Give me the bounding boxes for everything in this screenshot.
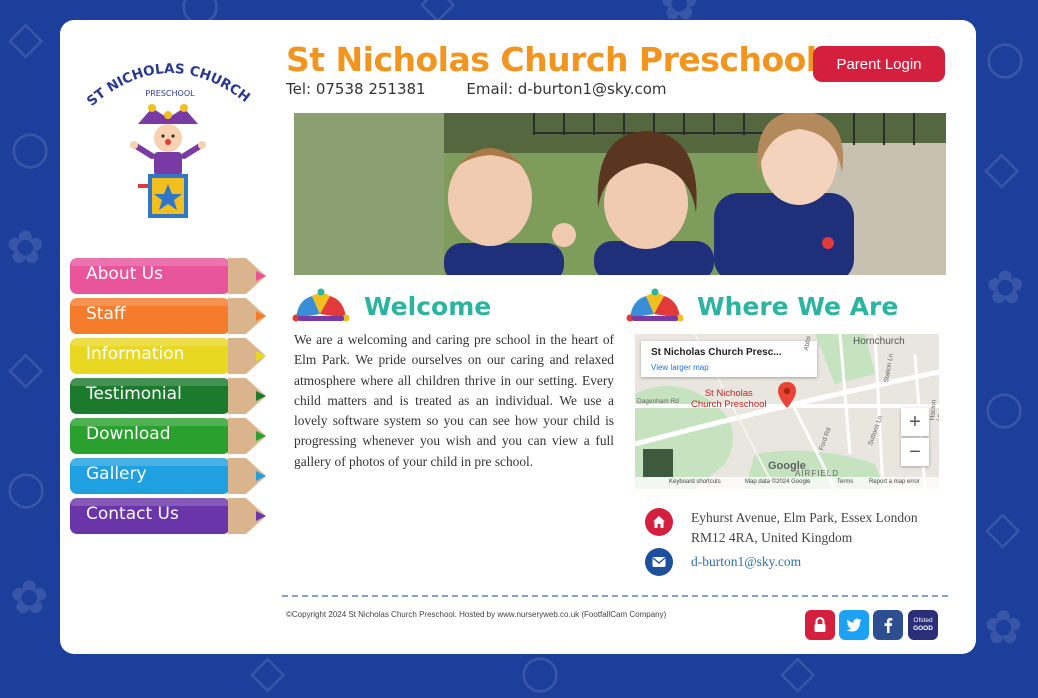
svg-text:ST NICHOLAS CHURCH: ST NICHOLAS CHURCH [84,61,253,110]
view-larger-map-link[interactable]: View larger map [651,363,709,372]
footer-divider [282,595,948,597]
site-logo[interactable]: ST NICHOLAS CHURCH PRESCHOOL [80,38,260,238]
zoom-in-button[interactable]: + [901,408,929,436]
map-terms-link[interactable]: Terms [837,479,853,485]
hero-photo [294,113,946,275]
copyright-text: ©Copyright 2024 St Nicholas Church Presc… [286,610,667,619]
zoom-out-button[interactable]: − [901,438,929,466]
nav-item-label: Contact Us [86,504,179,524]
nav-item-contact-us[interactable]: Contact Us [70,498,266,534]
nav-item-label: About Us [86,264,163,284]
nav-item-label: Information [86,344,185,364]
logo-text-line1: ST NICHOLAS CHURCH [84,61,253,110]
twitter-icon[interactable] [839,610,869,640]
pencil-nav: About Us Staff Information Testimonial D… [70,258,266,538]
address-line1: Eyhurst Avenue, Elm Park, Essex London [691,510,918,525]
map-road-label: Dagenham Rd [637,398,679,405]
ofsted-good-badge[interactable]: Ofsted GOOD [908,610,938,640]
lock-icon[interactable] [805,610,835,640]
envelope-icon [645,548,673,576]
phone-number: Tel: 07538 251381 [286,80,426,98]
parent-login-button[interactable]: Parent Login [813,46,945,82]
nav-item-label: Download [86,424,171,444]
nav-item-about-us[interactable]: About Us [70,258,266,294]
google-logo: Google [768,460,806,472]
map-marker-label: St Nicholas Church Preschool [691,388,767,410]
email-row: d-burton1@sky.com [645,548,801,576]
google-map[interactable]: St Nicholas Church Presc... View larger … [635,334,939,489]
map-data-credit: Map data ©2024 Google [745,479,811,485]
map-marker-label-line2: Church Preschool [691,399,767,410]
map-marker-label-line1: St Nicholas [704,388,753,399]
ofsted-label: Ofsted [913,617,933,624]
welcome-text: We are a welcoming and caring pre school… [294,332,614,469]
map-marker-icon[interactable] [778,382,796,412]
nav-item-label: Testimonial [86,384,182,404]
address-text: Eyhurst Avenue, Elm Park, Essex London R… [691,508,918,548]
contact-email-link[interactable]: d-burton1@sky.com [691,552,801,572]
nav-item-label: Gallery [86,464,147,484]
map-popup-title: St Nicholas Church Presc... [651,347,782,358]
home-icon [645,508,673,536]
map-place-hornchurch: Hornchurch [853,336,905,347]
jester-hat-icon [292,288,350,326]
logo-text-line2: PRESCHOOL [145,89,195,98]
report-map-error-link[interactable]: Report a map error [869,479,920,485]
facebook-icon[interactable] [873,610,903,640]
where-heading: Where We Are [697,292,899,321]
address-line2: RM12 4RA, United Kingdom [691,530,853,545]
jester-hat-icon [626,288,684,326]
header-contact: Tel: 07538 251381 Email: d-burton1@sky.c… [286,80,703,98]
main-card: ST NICHOLAS CHURCH PRESCHOOL About Us St… [60,20,976,654]
keyboard-shortcuts-link[interactable]: Keyboard shortcuts [669,479,721,485]
nav-item-testimonial[interactable]: Testimonial [70,378,266,414]
ofsted-grade: GOOD [913,625,933,632]
nav-item-gallery[interactable]: Gallery [70,458,266,494]
welcome-heading: Welcome [364,292,492,321]
map-road-label: Hacton Ln [929,399,939,422]
page-title: St Nicholas Church Preschool [286,40,817,79]
address-row: Eyhurst Avenue, Elm Park, Essex London R… [645,508,918,548]
nav-item-label: Staff [86,304,126,324]
map-footer-bar: Keyboard shortcuts Map data ©2024 Google… [635,477,939,489]
nav-item-staff[interactable]: Staff [70,298,266,334]
nav-item-information[interactable]: Information [70,338,266,374]
map-info-popup: St Nicholas Church Presc... View larger … [641,341,817,377]
nav-item-download[interactable]: Download [70,418,266,454]
header-email[interactable]: Email: d-burton1@sky.com [466,80,666,98]
